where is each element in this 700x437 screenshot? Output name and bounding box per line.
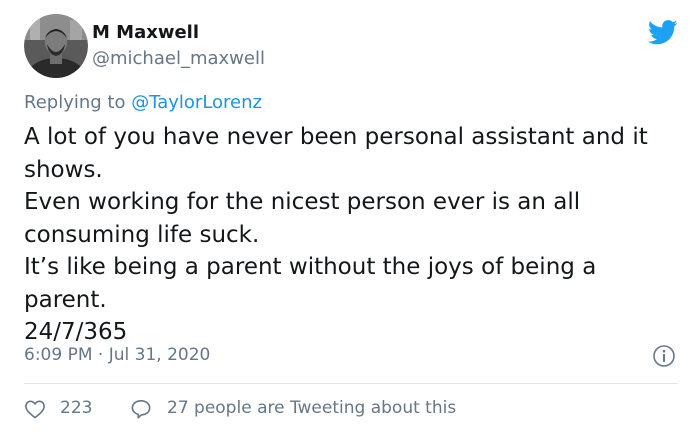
tweet-timestamp[interactable]: 6:09 PM · Jul 31, 2020 (24, 345, 210, 365)
avatar[interactable] (24, 14, 88, 78)
tweet-text-line: parent. (24, 286, 107, 313)
tweet-text-line: It’s like being a parent without the joy… (24, 254, 597, 280)
tweet-card: M Maxwell @michael_maxwell Replying to @… (0, 0, 700, 437)
reply-mention-link[interactable]: @TaylorLorenz (131, 92, 262, 113)
speech-bubble-icon[interactable] (130, 399, 152, 419)
heart-icon[interactable] (24, 399, 46, 419)
divider (24, 383, 678, 384)
tweet-text-line: Even working for the nicest person ever … (24, 189, 581, 215)
tweet-text: A lot of you have never been personal as… (24, 121, 688, 349)
tweet-text-line: shows. (24, 156, 103, 183)
tweet-text-line: A lot of you have never been personal as… (24, 124, 648, 150)
author-display-name[interactable]: M Maxwell (92, 22, 199, 43)
replying-to-label: Replying to (24, 92, 132, 113)
replying-to: Replying to @TaylorLorenz (24, 92, 262, 113)
tweet-text-line: 24/7/365 (24, 319, 128, 345)
twitter-bird-icon[interactable] (647, 20, 678, 45)
tweeting-about-link[interactable]: 27 people are Tweeting about this (167, 398, 456, 418)
tweet-text-line: consuming life suck. (24, 221, 260, 248)
info-icon[interactable] (652, 344, 676, 368)
like-count[interactable]: 223 (60, 398, 92, 418)
author-handle[interactable]: @michael_maxwell (92, 48, 265, 69)
